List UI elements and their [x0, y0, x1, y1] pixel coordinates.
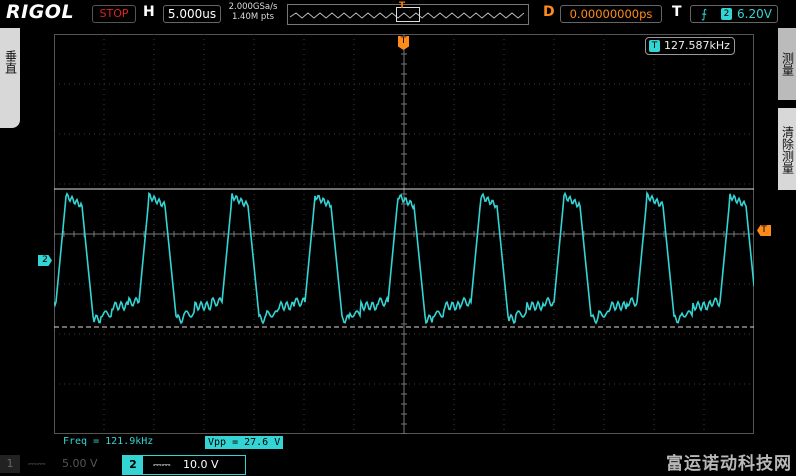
acquisition-info: 2.000GSa/s 1.40M pts	[224, 2, 282, 22]
memory-overview-strip: T	[287, 1, 529, 25]
channel-1-scale: 5.00 V	[62, 457, 98, 470]
counter-icon: T	[649, 40, 660, 52]
freq-measurement: Freq = 121.9kHz	[63, 436, 154, 447]
clear-measure-tab[interactable]: 清除测量	[778, 108, 796, 190]
clear-measure-label: 清除测量	[780, 126, 795, 174]
rising-edge-icon: ⨍	[701, 7, 708, 21]
channel-1-number: 1	[0, 455, 20, 473]
rigol-logo: RIGOL	[6, 1, 75, 23]
delay-value[interactable]: 0.00000000ps	[560, 5, 662, 23]
frequency-counter: T 127.587kHz	[645, 37, 735, 55]
memory-depth: 1.40M pts	[231, 12, 275, 22]
memory-trigger-marker: T	[399, 1, 406, 11]
channel-2-coupling: ⎓⎓	[153, 458, 171, 471]
horizontal-label: H	[143, 4, 155, 20]
counter-value: 127.587kHz	[664, 39, 730, 52]
channel-2-indicator[interactable]: 2 ⎓⎓ 10.0 V	[122, 455, 246, 475]
channel-1-coupling: ⎓⎓	[28, 457, 46, 470]
channel-2-number: 2	[123, 456, 143, 474]
ch2-offset-marker[interactable]: 2	[38, 255, 52, 266]
trigger-source: 2	[721, 8, 732, 20]
run-stop-indicator[interactable]: STOP	[92, 5, 136, 23]
trigger-settings[interactable]: ⨍ 2 6.20V	[690, 5, 778, 23]
trigger-label: T	[672, 4, 682, 20]
waveform-display[interactable]	[54, 34, 754, 434]
trigger-level-marker[interactable]: T	[757, 225, 771, 236]
vertical-menu-tab[interactable]: 垂直	[0, 28, 20, 128]
measure-menu-label: 测量	[780, 52, 795, 76]
delay-label: D	[543, 4, 555, 20]
measure-menu-tab[interactable]: 测量	[778, 28, 796, 100]
timebase-value[interactable]: 5.000us	[163, 5, 221, 23]
graticule	[54, 34, 754, 434]
measurement-results: Freq = 121.9kHz Vpp = 27.6 V	[54, 436, 754, 449]
vpp-measurement: Vpp = 27.6 V	[205, 436, 284, 449]
channel-bar: 1 ⎓⎓ 5.00 V 2 ⎓⎓ 10.0 V 富运诺动科技网	[0, 452, 796, 476]
watermark: 富运诺动科技网	[666, 454, 792, 474]
top-status-bar: RIGOL STOP H 5.000us 2.000GSa/s 1.40M pt…	[0, 0, 796, 28]
vertical-menu-label: 垂直	[3, 50, 18, 74]
channel-1-indicator[interactable]: 1 ⎓⎓ 5.00 V	[0, 455, 116, 473]
channel-2-scale: 10.0 V	[183, 458, 219, 471]
sample-rate: 2.000GSa/s	[228, 2, 278, 12]
trigger-level: 6.20V	[737, 7, 772, 21]
